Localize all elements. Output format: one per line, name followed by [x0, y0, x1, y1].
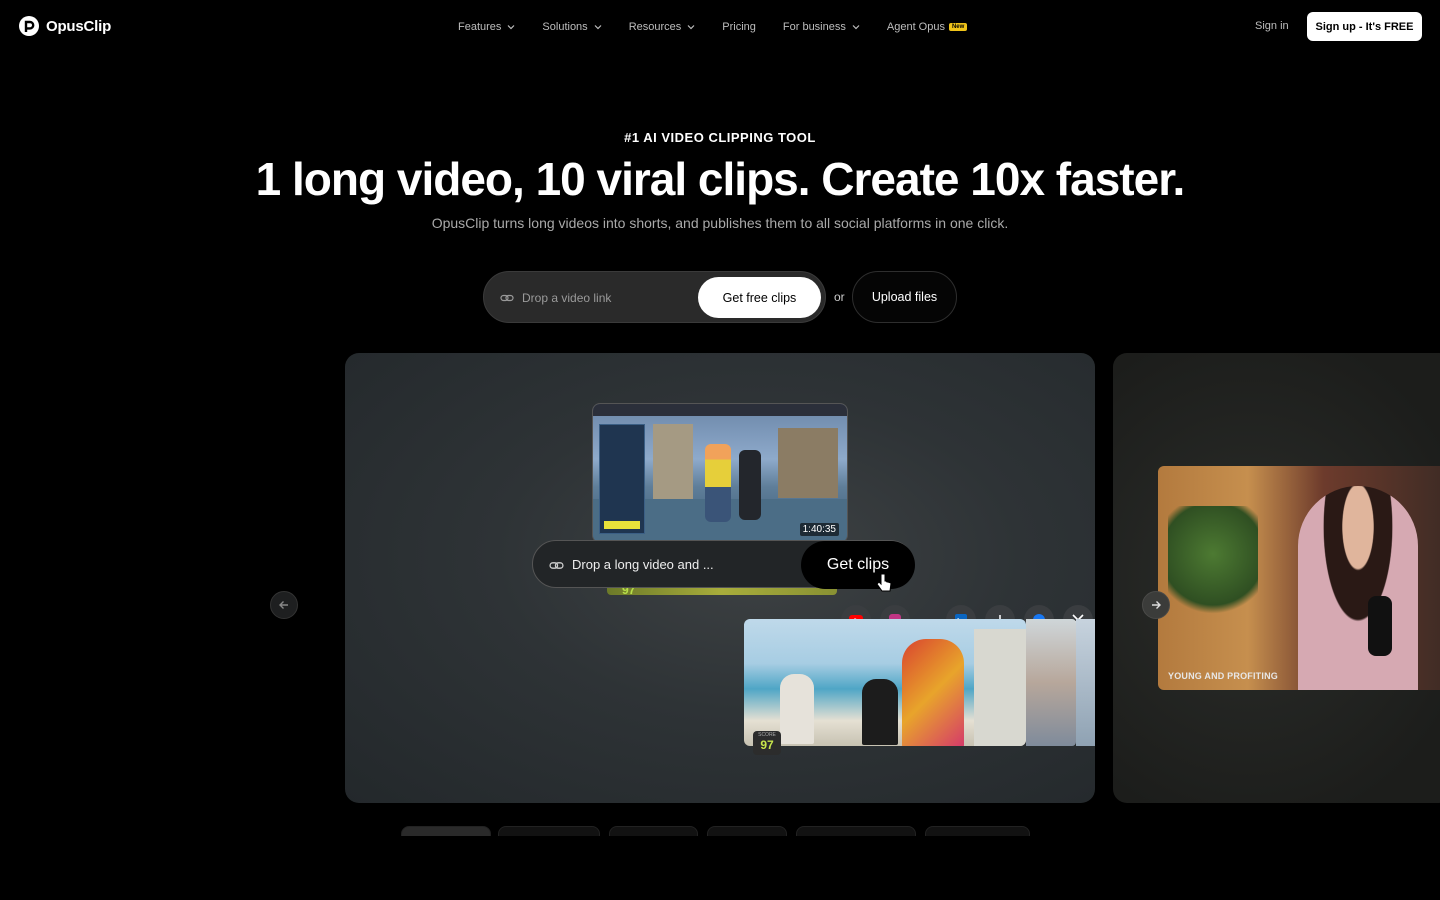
menu-label: Resources — [628, 21, 682, 33]
carousel-prev-button[interactable] — [270, 591, 298, 619]
main-menu: Features Solutions Resources Pricing For… — [458, 19, 994, 35]
demo-drop-text: Drop a long video and ... — [572, 557, 714, 572]
game-character — [739, 450, 761, 520]
game-character — [705, 444, 731, 522]
hand-cursor-icon — [876, 573, 892, 592]
virality-score-badge: SCORE 97 — [753, 731, 781, 755]
showcase-slide-main: 1:40:35 97 Drop a long video and ... Get… — [345, 353, 1095, 803]
clip-person — [780, 674, 814, 744]
showcase-tab[interactable] — [796, 826, 916, 836]
get-free-clips-button[interactable]: Get free clips — [698, 277, 821, 318]
long-video-thumbnail: 1:40:35 — [592, 403, 848, 543]
arrow-right-icon — [1152, 601, 1161, 609]
menu-label: Agent Opus — [886, 21, 945, 33]
menu-pricing[interactable]: Pricing — [722, 19, 756, 35]
podcast-video-thumbnail: YOUNG AND PROFITING — [1158, 466, 1440, 690]
chevron-down-icon — [852, 25, 860, 30]
menu-label: Features — [458, 21, 502, 33]
showcase-slide-next[interactable]: YOUNG AND PROFITING — [1113, 353, 1440, 803]
clip-boat — [974, 629, 1026, 746]
clip-person — [902, 639, 964, 746]
or-separator: or — [834, 290, 845, 304]
chevron-down-icon — [507, 25, 515, 30]
hero-subtitle: OpusClip turns long videos into shorts, … — [431, 215, 1009, 231]
podcast-caption: YOUNG AND PROFITING — [1168, 671, 1278, 681]
showcase-tab[interactable] — [401, 826, 491, 836]
score-value: 97 — [760, 738, 774, 752]
showcase-tab[interactable] — [925, 826, 1030, 836]
demo-drop-input: Drop a long video and ... Get clips — [532, 540, 915, 589]
demo-get-clips-button: Get clips — [801, 541, 915, 589]
game-toolbar — [593, 404, 847, 416]
brand-logo[interactable]: OpusClip — [18, 15, 111, 37]
top-nav: OpusClip Features Solutions Resources Pr… — [0, 0, 1440, 54]
opusclip-logo-icon — [19, 16, 39, 36]
sign-up-button[interactable]: Sign up - It's FREE — [1307, 12, 1422, 41]
game-side-panel — [599, 424, 645, 534]
menu-label: For business — [782, 21, 846, 33]
showcase-tab[interactable] — [498, 826, 600, 836]
hero-eyebrow: #1 AI VIDEO CLIPPING TOOL — [624, 130, 816, 145]
showcase-tabs — [0, 826, 1440, 846]
arrow-left-icon — [279, 601, 288, 609]
menu-solutions[interactable]: Solutions — [542, 19, 602, 35]
sign-in-link[interactable]: Sign in — [1255, 20, 1289, 32]
menu-label: Pricing — [722, 21, 756, 33]
game-building — [653, 424, 693, 504]
carousel-next-button[interactable] — [1142, 591, 1170, 619]
link-icon — [500, 294, 514, 302]
game-building — [778, 428, 838, 498]
showcase-tab[interactable] — [609, 826, 698, 836]
brand-name: OpusClip — [46, 17, 112, 35]
menu-resources[interactable]: Resources — [629, 19, 696, 35]
generated-clip-preview — [1076, 619, 1095, 746]
microphone — [1368, 596, 1392, 656]
video-timecode: 1:40:35 — [799, 523, 839, 536]
video-link-form: Get free clips — [483, 271, 826, 323]
podcast-host — [1298, 486, 1418, 690]
menu-label: Solutions — [542, 21, 588, 33]
plant-decor — [1168, 506, 1258, 626]
video-link-input[interactable] — [520, 288, 690, 308]
hero-headline: 1 long video, 10 viral clips. Create 10x… — [255, 153, 1186, 205]
generated-clip-preview — [744, 619, 1026, 746]
menu-features[interactable]: Features — [458, 19, 515, 35]
link-icon — [549, 562, 564, 569]
clip-person — [862, 679, 898, 745]
generated-clip-preview — [1026, 619, 1076, 746]
chevron-down-icon — [594, 25, 602, 30]
showcase-tab[interactable] — [707, 826, 787, 836]
chevron-down-icon — [687, 25, 695, 30]
menu-for-business[interactable]: For business — [783, 19, 860, 35]
menu-agent-opus[interactable]: Agent Opus New — [886, 19, 968, 35]
upload-files-button[interactable]: Upload files — [852, 271, 957, 323]
new-badge: New — [948, 23, 968, 31]
